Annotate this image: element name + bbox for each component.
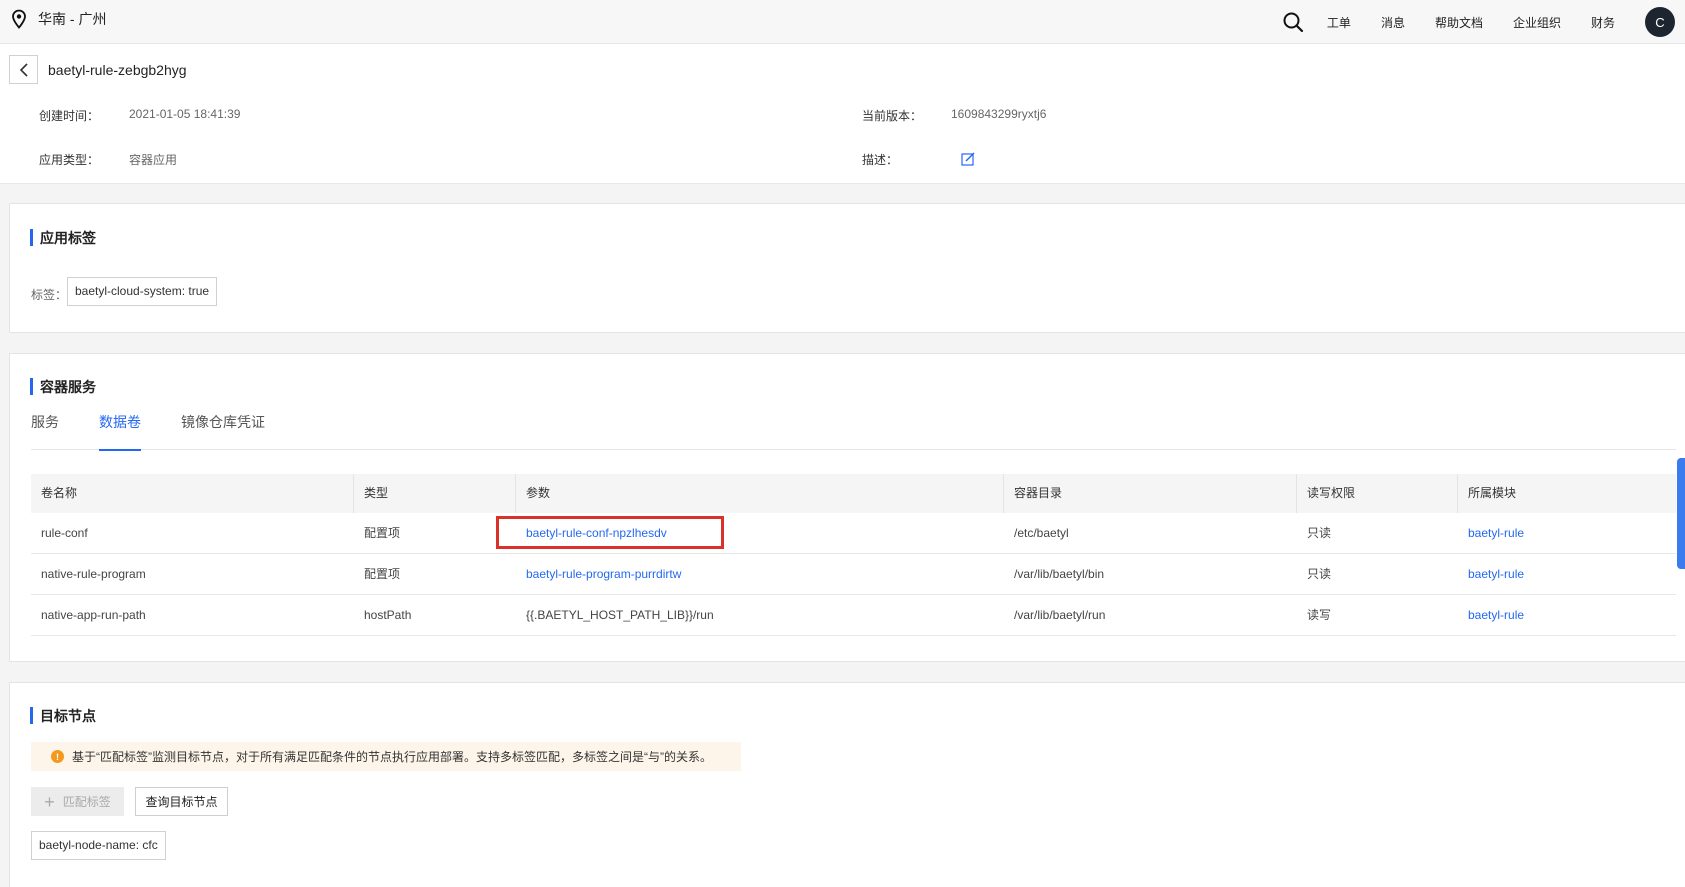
app-type-label: 应用类型： [39, 153, 100, 167]
cell-type: 配置项 [364, 526, 401, 540]
cell-permission: 只读 [1307, 567, 1332, 581]
container-service-title: 容器服务 [30, 377, 96, 397]
cell-permission: 读写 [1307, 608, 1332, 622]
cell-module-link[interactable]: baetyl-rule [1458, 513, 1524, 553]
app-tag: baetyl-cloud-system: true [67, 277, 218, 306]
cell-volume-name: rule-conf [41, 526, 88, 540]
col-container-dir: 容器目录 [1004, 474, 1297, 513]
notice-text: 基于“匹配标签”监测目标节点，对于所有满足匹配条件的节点执行应用部署。支持多标签… [72, 750, 712, 764]
app-labels-title: 应用标签 [30, 228, 96, 248]
match-labels-button[interactable]: + 匹配标签 [31, 787, 124, 816]
container-tabs: 服务 数据卷 镜像仓库凭证 [31, 412, 1676, 451]
created-time-label: 创建时间： [39, 109, 100, 123]
cell-type: hostPath [364, 608, 412, 622]
table-row: rule-conf 配置项 baetyl-rule-conf-npzlhesdv… [31, 513, 1676, 554]
scrollbar[interactable] [1677, 458, 1685, 569]
page-header: baetyl-rule-zebgb2hyg 创建时间： 2021-01-05 1… [0, 44, 1685, 184]
target-nodes-card: 目标节点 ! 基于“匹配标签”监测目标节点，对于所有满足匹配条件的节点执行应用部… [9, 682, 1685, 887]
current-version-value: 1609843299ryxtj6 [951, 107, 1047, 121]
col-volume-name: 卷名称 [31, 474, 354, 513]
chevron-left-icon [19, 62, 28, 77]
highlight-annotation-box [496, 516, 724, 549]
cell-container-dir: /etc/baetyl [1014, 526, 1069, 540]
table-row: native-rule-program 配置项 baetyl-rule-prog… [31, 554, 1676, 595]
region-selector[interactable]: 华南 - 广州 [10, 9, 106, 29]
cell-container-dir: /var/lib/baetyl/run [1014, 608, 1106, 622]
col-permission: 读写权限 [1297, 474, 1458, 513]
match-labels-label: 匹配标签 [62, 795, 111, 809]
node-tag: baetyl-node-name: cfc [31, 831, 166, 860]
cell-volume-name: native-rule-program [41, 567, 146, 581]
app-type-value: 容器应用 [129, 153, 178, 167]
top-nav: 工单 消息 帮助文档 企业组织 财务 C [1282, 0, 1685, 44]
nav-messages[interactable]: 消息 [1381, 14, 1405, 31]
region-label: 华南 - 广州 [38, 11, 107, 27]
cell-volume-name: native-app-run-path [41, 608, 146, 622]
edit-icon[interactable] [961, 152, 975, 166]
created-time-value: 2021-01-05 18:41:39 [129, 107, 241, 121]
app-labels-card: 应用标签 标签： baetyl-cloud-system: true [9, 203, 1685, 333]
nav-organization[interactable]: 企业组织 [1513, 14, 1561, 31]
cell-module-link[interactable]: baetyl-rule [1458, 554, 1524, 594]
info-notice: ! 基于“匹配标签”监测目标节点，对于所有满足匹配条件的节点执行应用部署。支持多… [31, 742, 741, 771]
query-target-nodes-button[interactable]: 查询目标节点 [135, 787, 228, 816]
search-icon[interactable] [1282, 11, 1304, 33]
tab-volumes[interactable]: 数据卷 [99, 412, 141, 451]
avatar[interactable]: C [1645, 7, 1675, 37]
tag-label: 标签： [31, 288, 68, 302]
cell-param: {{.BAETYL_HOST_PATH_LIB}}/run [526, 608, 714, 622]
tab-services[interactable]: 服务 [31, 412, 59, 450]
page-title: baetyl-rule-zebgb2hyg [48, 62, 187, 78]
description-label: 描述： [862, 153, 899, 167]
nav-ticket[interactable]: 工单 [1327, 14, 1351, 31]
location-pin-icon [12, 9, 26, 29]
target-nodes-title: 目标节点 [30, 706, 96, 726]
cell-type: 配置项 [364, 567, 401, 581]
nav-help-docs[interactable]: 帮助文档 [1435, 14, 1483, 31]
tab-registry-credentials[interactable]: 镜像仓库凭证 [181, 412, 265, 450]
volumes-table: 卷名称 类型 参数 容器目录 读写权限 所属模块 rule-conf 配置项 b… [31, 474, 1676, 636]
container-service-card: 容器服务 服务 数据卷 镜像仓库凭证 卷名称 类型 参数 容器目录 读写权限 所… [9, 353, 1685, 662]
nav-finance[interactable]: 财务 [1591, 14, 1615, 31]
col-params: 参数 [516, 474, 1004, 513]
cell-module-link[interactable]: baetyl-rule [1458, 595, 1524, 635]
table-header: 卷名称 类型 参数 容器目录 读写权限 所属模块 [31, 474, 1676, 513]
col-module: 所属模块 [1468, 486, 1517, 500]
cell-permission: 只读 [1307, 526, 1332, 540]
plus-icon: + [44, 791, 55, 812]
current-version-label: 当前版本： [862, 109, 923, 123]
warning-icon: ! [51, 750, 64, 763]
col-type: 类型 [354, 474, 516, 513]
cell-param-link[interactable]: baetyl-rule-program-purrdirtw [516, 554, 681, 594]
back-button[interactable] [9, 55, 38, 84]
table-row: native-app-run-path hostPath {{.BAETYL_H… [31, 595, 1676, 636]
top-bar: 华南 - 广州 工单 消息 帮助文档 企业组织 财务 C [0, 0, 1685, 44]
cell-container-dir: /var/lib/baetyl/bin [1014, 567, 1105, 581]
